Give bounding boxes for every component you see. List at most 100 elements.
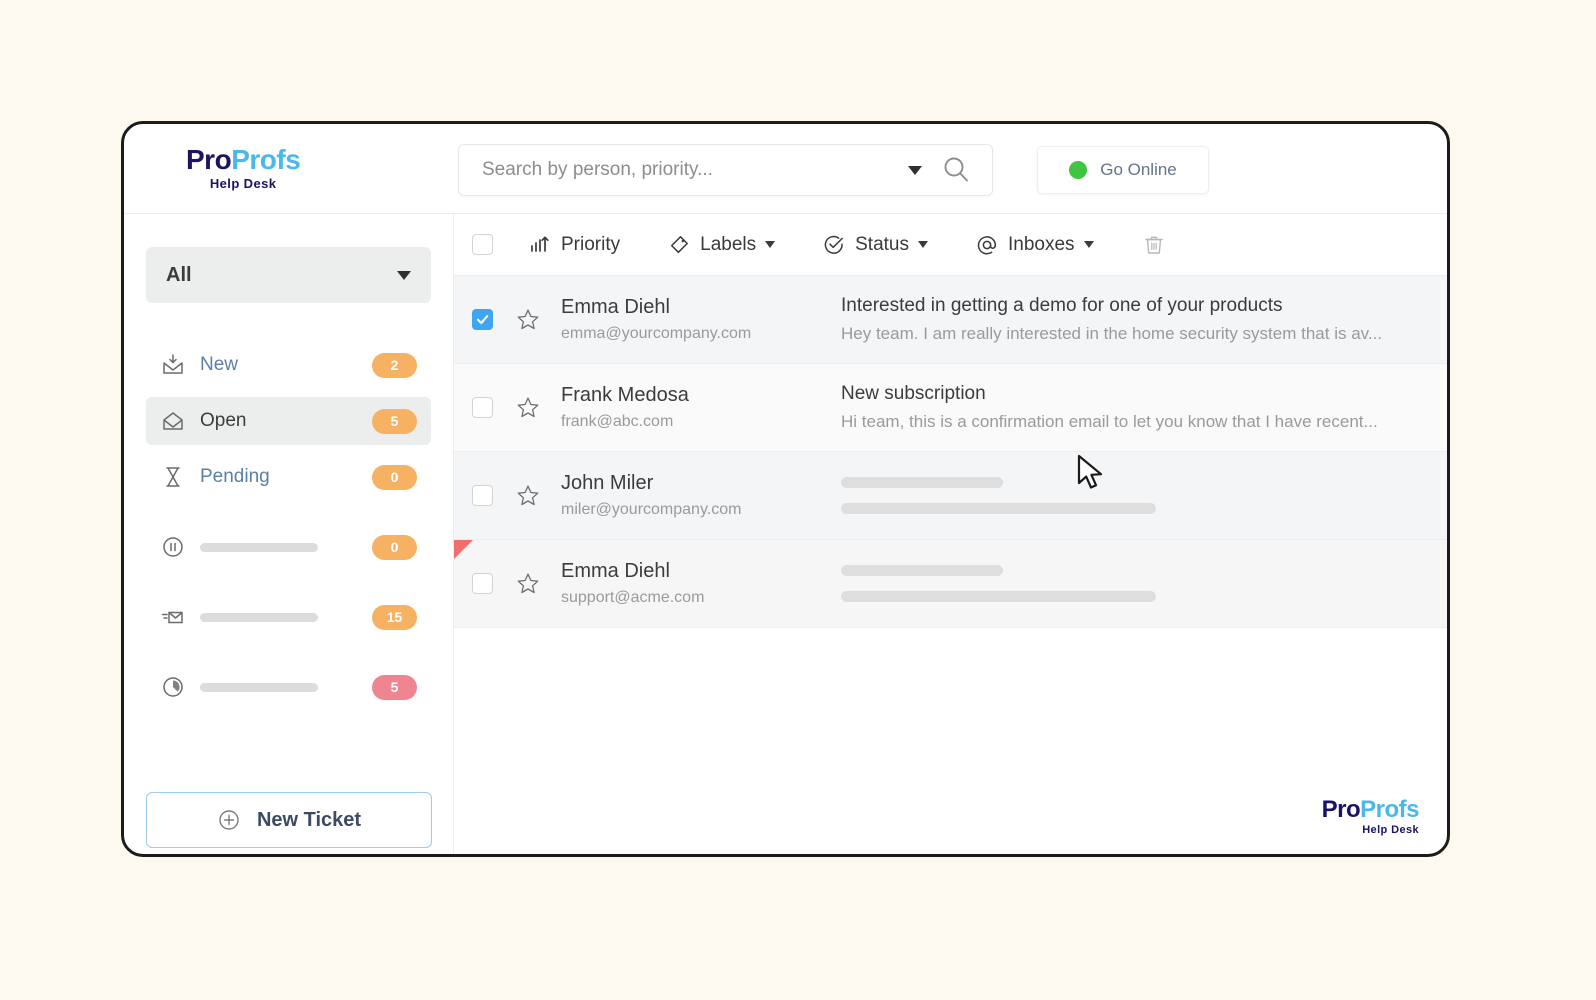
chevron-down-icon: [397, 270, 411, 280]
sidebar-item-placeholder-3[interactable]: 5: [146, 663, 431, 711]
tag-icon: [668, 234, 690, 256]
row-person: Emma Diehl support@acme.com: [561, 560, 841, 607]
logo-text-profs: Profs: [231, 144, 301, 175]
skeleton-bar: [841, 477, 1003, 488]
new-ticket-button[interactable]: New Ticket: [146, 792, 432, 848]
row-select-checkbox[interactable]: [472, 397, 493, 418]
check-circle-icon: [823, 234, 845, 256]
sidebar-item-count: 2: [372, 352, 417, 378]
sidebar-item-new[interactable]: New 2: [146, 341, 431, 389]
sidebar-item-label: New: [200, 354, 239, 375]
row-preview: Hi team, this is a confirmation email to…: [841, 412, 1378, 431]
sidebar-item-count: 15: [372, 604, 417, 630]
sidebar-item-count: 0: [372, 464, 417, 490]
row-person: Frank Medosa frank@abc.com: [561, 384, 841, 431]
trash-icon[interactable]: [1142, 233, 1166, 257]
app-window: ProProfs Help Desk Go Online All: [121, 121, 1450, 857]
row-content: New subscription Hi team, this is a conf…: [841, 383, 1447, 432]
row-person-email: emma@yourcompany.com: [561, 325, 752, 342]
row-content-placeholder: [841, 565, 1447, 602]
sidebar-item-count: 5: [372, 408, 417, 434]
star-icon[interactable]: [515, 307, 541, 333]
row-person-email: support@acme.com: [561, 589, 705, 606]
inbox-download-icon: [160, 353, 186, 377]
watermark-subtitle: Help Desk: [1362, 824, 1419, 836]
chevron-down-icon: [765, 241, 776, 248]
chevron-down-icon: [918, 241, 928, 248]
clock-pie-icon: [160, 675, 186, 699]
open-envelope-icon: [160, 409, 186, 433]
online-status-dot-icon: [1069, 161, 1088, 179]
send-mail-icon: [160, 605, 186, 629]
new-ticket-label: New Ticket: [256, 808, 362, 831]
app-header: ProProfs Help Desk Go Online: [124, 124, 1447, 214]
folder-list: New 2 Open 5 Pending 0 0 15 5: [124, 341, 453, 711]
go-online-button[interactable]: Go Online: [1037, 146, 1209, 194]
star-icon[interactable]: [515, 571, 541, 597]
toolbar-status-filter[interactable]: Status: [823, 234, 928, 256]
chevron-down-icon[interactable]: [908, 165, 922, 175]
row-person-name: John Miler: [561, 472, 654, 494]
plus-circle-icon: [217, 808, 241, 832]
skeleton-bar: [200, 543, 318, 552]
row-content: Interested in getting a demo for one of …: [841, 295, 1447, 344]
row-select-checkbox[interactable]: [472, 309, 493, 330]
star-icon[interactable]: [515, 483, 541, 509]
table-row[interactable]: Emma Diehl emma@yourcompany.com Interest…: [454, 276, 1447, 364]
table-row[interactable]: Frank Medosa frank@abc.com New subscript…: [454, 364, 1447, 452]
toolbar-labels-filter[interactable]: Labels: [668, 234, 776, 256]
row-person: Emma Diehl emma@yourcompany.com: [561, 296, 841, 343]
row-select-checkbox[interactable]: [472, 573, 493, 594]
table-row[interactable]: John Miler miler@yourcompany.com: [454, 452, 1447, 540]
row-person-name: Frank Medosa: [561, 384, 689, 406]
proprofs-logo: ProProfs Help Desk: [186, 144, 301, 191]
table-row[interactable]: Emma Diehl support@acme.com: [454, 540, 1447, 628]
pause-circle-icon: [160, 535, 186, 559]
search-icon[interactable]: [940, 154, 972, 186]
sidebar-item-count: 0: [372, 534, 417, 560]
priority-bars-icon: [529, 234, 551, 256]
skeleton-bar: [200, 613, 318, 622]
search-input[interactable]: [459, 159, 908, 181]
row-subject: Interested in getting a demo for one of …: [841, 295, 1283, 316]
sidebar-item-label: Open: [200, 410, 247, 431]
row-person-email: miler@yourcompany.com: [561, 501, 742, 518]
sidebar-item-label: [200, 606, 372, 628]
priority-flag-icon: [454, 540, 473, 559]
sidebar: All New 2 Open 5 Pending 0 0 15 5 New Ti…: [124, 214, 454, 854]
scope-dropdown-label: All: [166, 263, 192, 286]
logo-subtitle: Help Desk: [209, 176, 277, 191]
ticket-toolbar: Priority Labels Status Inboxes: [454, 214, 1447, 276]
watermark-text-pro: Pro: [1321, 796, 1361, 823]
sidebar-item-pending[interactable]: Pending 0: [146, 453, 431, 501]
row-content-placeholder: [841, 477, 1447, 514]
row-preview: Hey team. I am really interested in the …: [841, 324, 1383, 343]
toolbar-priority-filter[interactable]: Priority: [529, 234, 620, 256]
scope-dropdown[interactable]: All: [146, 247, 431, 303]
skeleton-bar: [841, 503, 1156, 514]
search-box[interactable]: [458, 144, 993, 196]
at-sign-icon: [976, 234, 998, 256]
toolbar-item-label: Status: [855, 233, 909, 255]
watermark-text-profs: Profs: [1360, 796, 1419, 823]
row-select-checkbox[interactable]: [472, 485, 493, 506]
sidebar-item-placeholder-2[interactable]: 15: [146, 593, 431, 641]
sidebar-item-label: [200, 536, 372, 558]
row-subject: New subscription: [841, 383, 986, 404]
sidebar-item-label: Pending: [200, 466, 270, 487]
toolbar-item-label: Priority: [561, 233, 621, 255]
row-person-name: Emma Diehl: [561, 560, 670, 582]
go-online-label: Go Online: [1100, 160, 1177, 179]
skeleton-bar: [200, 683, 318, 692]
sidebar-item-placeholder-1[interactable]: 0: [146, 523, 431, 571]
toolbar-inboxes-filter[interactable]: Inboxes: [976, 234, 1094, 256]
toolbar-item-label: Inboxes: [1008, 233, 1075, 255]
star-icon[interactable]: [515, 395, 541, 421]
app-body: All New 2 Open 5 Pending 0 0 15 5 New Ti…: [124, 214, 1447, 854]
sidebar-item-open[interactable]: Open 5: [146, 397, 431, 445]
skeleton-bar: [841, 591, 1156, 602]
chevron-down-icon: [1083, 241, 1094, 248]
main-panel: Priority Labels Status Inboxes Emma Dieh…: [454, 214, 1447, 854]
select-all-checkbox[interactable]: [472, 234, 493, 255]
row-person-name: Emma Diehl: [561, 296, 670, 318]
